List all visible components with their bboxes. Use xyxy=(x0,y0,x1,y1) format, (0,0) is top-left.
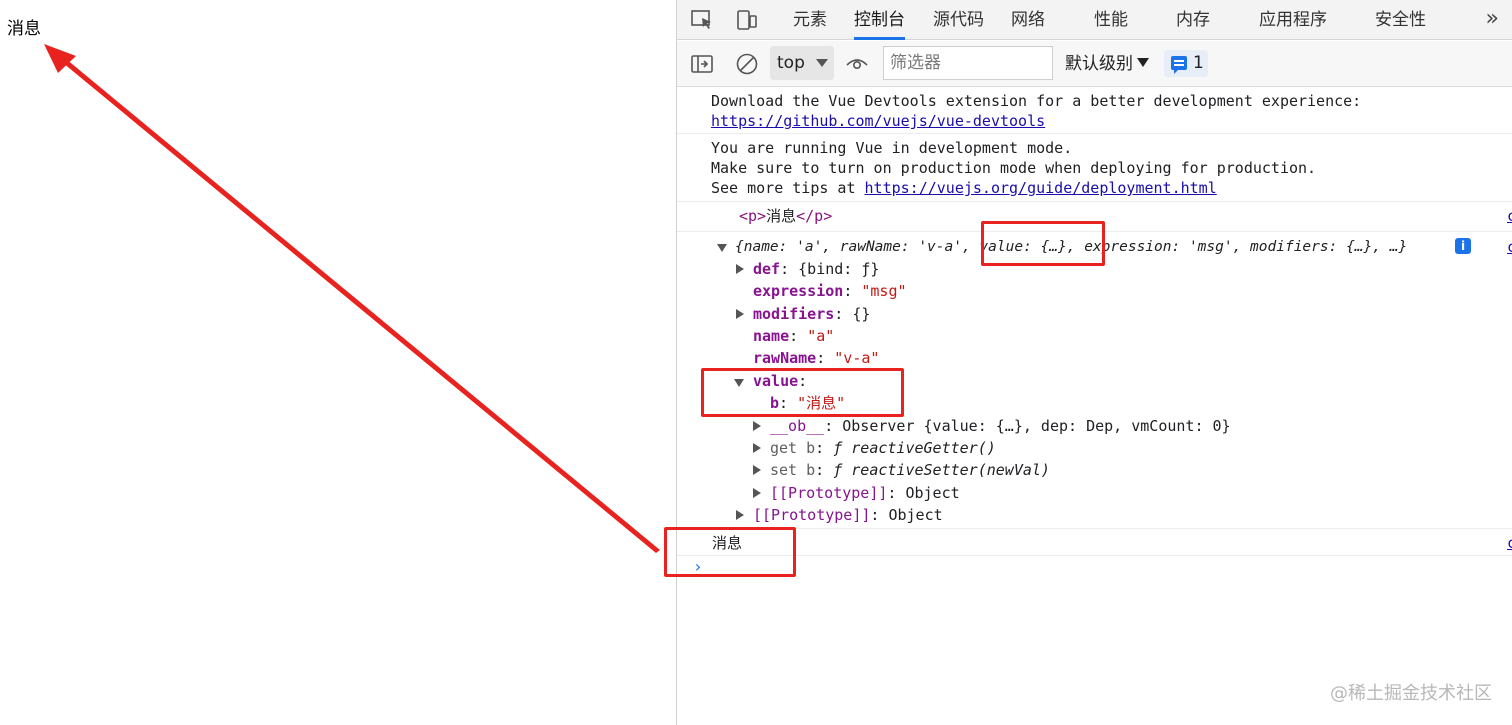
annotation-arrow xyxy=(44,44,660,553)
